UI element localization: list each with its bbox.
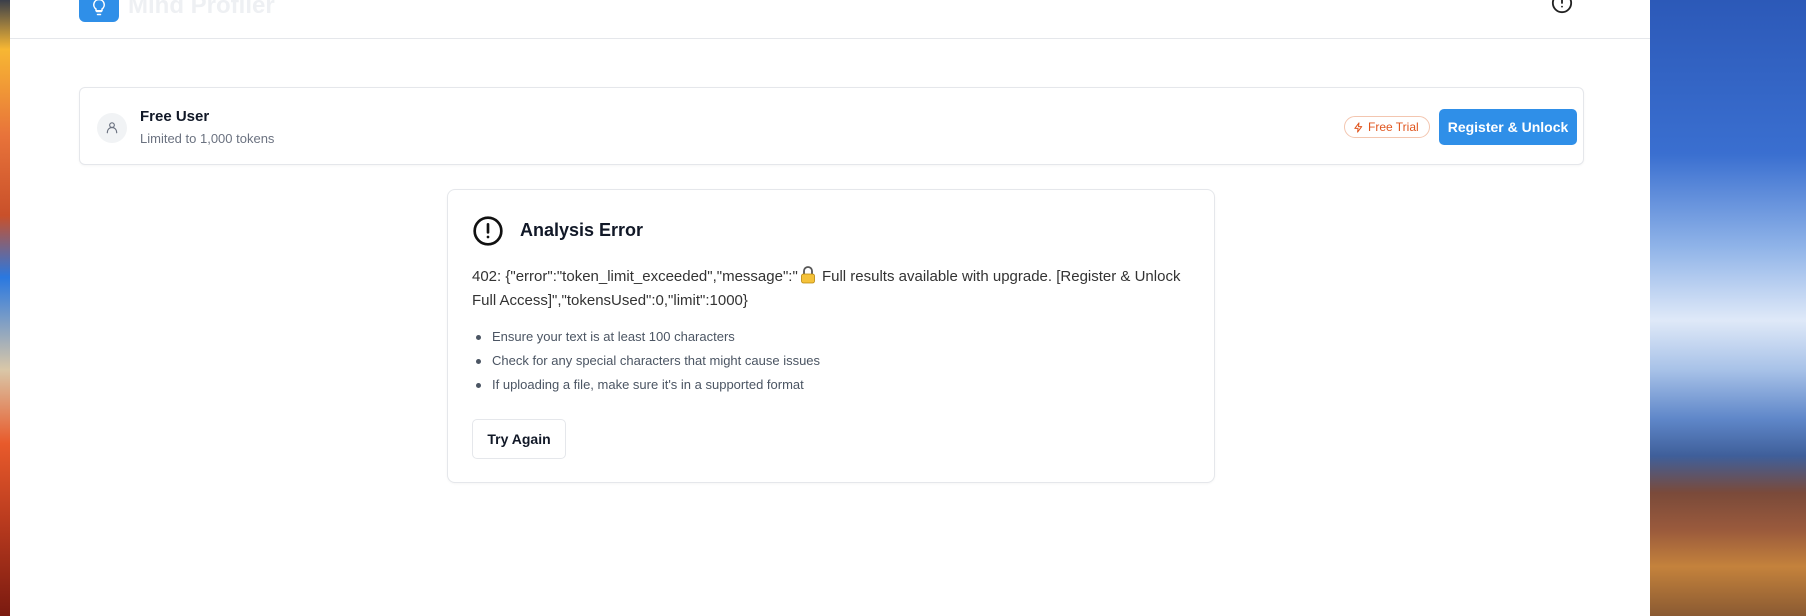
try-again-button[interactable]: Try Again [472,419,566,459]
token-limit-text: Limited to 1,000 tokens [140,131,275,146]
user-icon [106,122,118,134]
error-message-prefix: 402: {"error":"token_limit_exceeded","me… [472,268,798,285]
error-tips-list: Ensure your text is at least 100 charact… [472,325,820,397]
app-header: Mind Profiler [10,0,1650,39]
free-trial-label: Free Trial [1368,120,1419,134]
app-title: Mind Profiler [128,0,275,19]
lock-icon [800,266,815,284]
user-name: Free User [140,108,210,125]
alert-circle-icon [473,216,503,246]
desktop-background-right [1650,0,1806,616]
error-message: 402: {"error":"token_limit_exceeded","me… [472,265,1192,313]
list-item: Ensure your text is at least 100 charact… [472,325,820,349]
list-item: If uploading a file, make sure it's in a… [472,373,820,397]
list-item: Check for any special characters that mi… [472,349,820,373]
logo[interactable] [79,0,119,22]
user-status-bar: Free User Limited to 1,000 tokens Free T… [79,87,1584,165]
desktop-background-left [0,0,10,616]
lightning-icon [1354,121,1363,133]
register-unlock-button[interactable]: Register & Unlock [1439,109,1577,145]
app-window: Mind Profiler Free User Limited to 1,000… [10,0,1650,616]
alert-circle-icon[interactable] [1551,0,1573,14]
lightbulb-icon [93,0,105,16]
avatar [97,113,127,143]
free-trial-badge: Free Trial [1344,116,1430,138]
analysis-error-card: Analysis Error 402: {"error":"token_limi… [447,189,1215,483]
error-title: Analysis Error [520,220,644,240]
